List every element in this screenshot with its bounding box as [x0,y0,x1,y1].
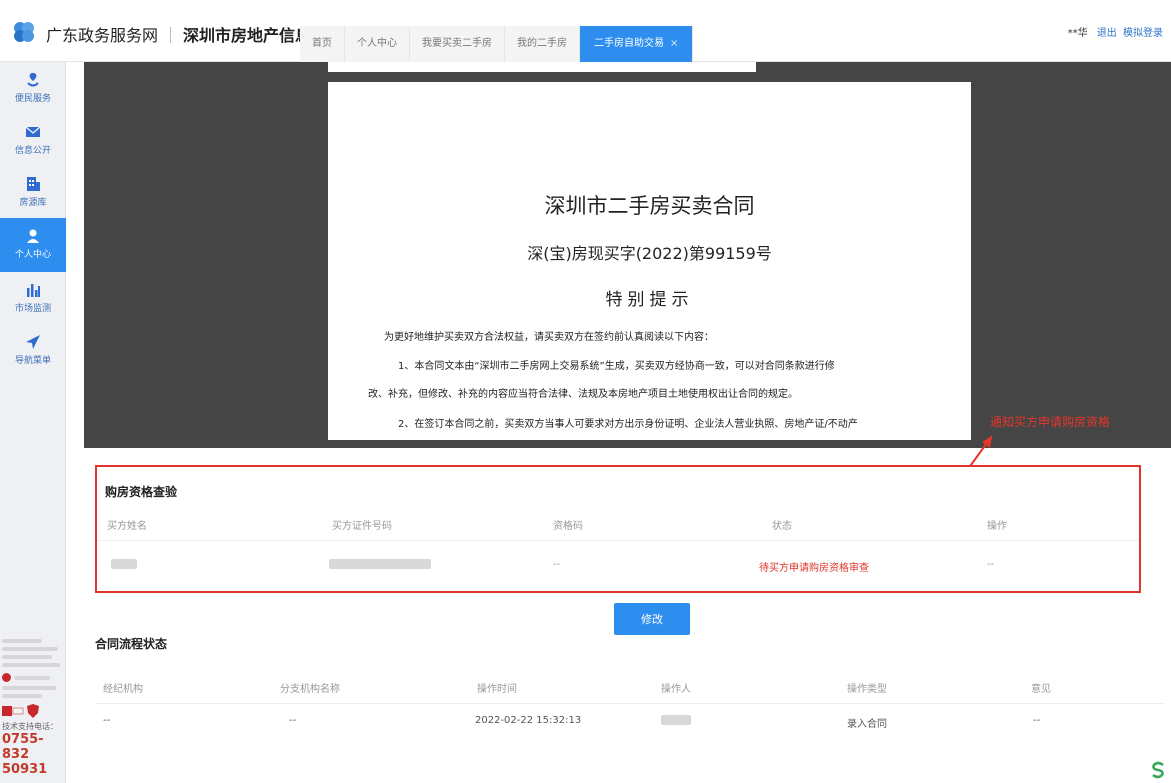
sidebar-item-label: 市场监测 [14,304,51,314]
footer-placeholder-lines [2,638,64,670]
agency-value: -- [103,715,111,726]
operator-redacted [661,715,691,728]
sidebar-footer: 技术支持电话： 0755-832 50931 [2,638,64,777]
contract-paragraph: 改、补充，但修改、补充的内容应当符合法律、法规及本房地产项目土地使用权出让合同的… [368,389,798,400]
sidebar-item-service[interactable]: 便民服务 [0,62,66,114]
tab-self-trade-label: 二手房自助交易 [594,38,664,49]
qualification-table-header: 买方姓名 买方证件号码 资格码 状态 操作 [97,505,1139,541]
status-value: 待买方申请购房资格审查 [759,563,869,574]
tray-s-icon[interactable] [1149,761,1167,779]
gov-badges[interactable] [2,704,64,718]
user-name: **华 [1067,28,1088,39]
nav-tabs: 首页 个人中心 我要买卖二手房 我的二手房 二手房自助交易 × [300,26,694,62]
col-opinion: 意见 [1031,684,1051,695]
col-time: 操作时间 [477,684,517,695]
sidebar-item-housing[interactable]: 房源库 [0,166,66,218]
contract-paragraph: 1、本合同文本由“深圳市二手房网上交易系统”生成，买卖双方经协商一致，可以对合同… [398,361,835,372]
sidebar: 便民服务 信息公开 房源库 个人中心 市场监测 导航菜单 技术支持电话： 075… [0,62,66,783]
qualification-title: 购房资格查验 [105,485,178,499]
contract-paragraph: 2、在签订本合同之前，买卖双方当事人可要求对方出示身份证明、企业法人营业执照、房… [398,419,858,430]
col-op-type: 操作类型 [847,684,887,695]
tab-personal-center[interactable]: 个人中心 [345,26,410,62]
logout-link[interactable]: 退出 [1097,28,1117,39]
col-action: 操作 [987,521,1007,532]
tab-close-icon[interactable]: × [670,38,678,49]
col-buyer-id: 买方证件号码 [332,521,392,532]
sidebar-item-label: 房源库 [19,198,47,208]
footer-placeholder-lines-2 [2,685,64,701]
time-value: 2022-02-22 15:32:13 [475,715,582,726]
sidebar-item-personal[interactable]: 个人中心 [0,218,66,272]
police-badge[interactable] [2,673,64,682]
annotation-note: 通知买方申请购房资格 [990,415,1111,429]
col-status: 状态 [772,521,792,532]
table-row: -- 待买方申请购房资格审查 -- [97,547,1139,583]
brand: 广东政务服务网 深圳市房地产信息平台 [46,22,343,46]
tab-home[interactable]: 首页 [300,26,345,62]
tab-my-house[interactable]: 我的二手房 [505,26,580,62]
tab-buy-sell[interactable]: 我要买卖二手房 [410,26,505,62]
sidebar-item-market[interactable]: 市场监测 [0,272,66,324]
process-title: 合同流程状态 [95,637,168,651]
qual-code-value: -- [553,559,561,570]
mail-icon [25,126,41,137]
police-badge-icon [2,673,11,682]
sidebar-item-info[interactable]: 信息公开 [0,114,66,166]
user-icon [27,229,39,243]
gd-logo-icon [14,22,34,42]
buyer-name-redacted [111,559,137,572]
sidebar-item-nav-menu[interactable]: 导航菜单 [0,324,66,376]
edit-button[interactable]: 修改 [614,603,690,635]
contract-number: 深(宝)房现买字(2022)第99159号 [527,244,772,263]
contract-paragraph: 为更好地维护买卖双方合法权益，请买卖双方在签约前认真阅读以下内容： [384,332,714,343]
sidebar-item-label: 信息公开 [14,146,51,156]
sim-login-link[interactable]: 模拟登录 [1123,28,1163,39]
sidebar-item-label: 导航菜单 [14,356,51,366]
sidebar-item-label: 个人中心 [14,250,51,260]
process-table-header: 经纪机构 分支机构名称 操作时间 操作人 操作类型 意见 [95,668,1165,704]
notice-title: 特别提示 [605,290,694,310]
building-icon [27,177,40,191]
sidebar-item-label: 便民服务 [14,94,51,104]
col-qual-code: 资格码 [553,521,583,532]
service-icon [27,73,39,87]
col-agency: 经纪机构 [103,684,143,695]
col-buyer-name: 买方姓名 [107,521,147,532]
gov-site-icon [2,706,24,716]
action-value: -- [987,559,995,570]
contract-title: 深圳市二手房买卖合同 [544,194,755,218]
qualification-section: 购房资格查验 买方姓名 买方证件号码 资格码 状态 操作 -- 待买方申请购房资… [95,465,1141,593]
tab-self-trade[interactable]: 二手房自助交易 × [580,26,694,62]
brand-divider [170,27,172,43]
opinion-value: -- [1033,715,1041,726]
user-area: **华 退出 模拟登录 [1068,24,1163,39]
buyer-id-redacted [329,559,431,572]
op-type-value: 录入合同 [847,719,887,730]
nav-icon [26,335,40,349]
table-row: -- -- 2022-02-22 15:32:13 录入合同 -- [95,703,1165,739]
col-branch: 分支机构名称 [280,684,340,695]
previous-page-edge [328,62,756,72]
support-phone-line1: 0755-832 [2,732,44,762]
top-header: 广东政务服务网 深圳市房地产信息平台 首页 个人中心 我要买卖二手房 我的二手房 … [0,0,1171,62]
contract-viewer[interactable]: 深圳市二手房买卖合同 深(宝)房现买字(2022)第99159号 特别提示 为更… [84,62,1171,448]
col-operator: 操作人 [661,684,691,695]
branch-value: -- [289,715,297,726]
chart-icon [27,284,40,297]
portal-name[interactable]: 广东政务服务网 [46,26,158,45]
shield-icon [27,704,39,718]
support-phone-line2: 50931 [2,762,48,777]
tech-support-label: 技术支持电话： [2,722,58,731]
contract-page: 深圳市二手房买卖合同 深(宝)房现买字(2022)第99159号 特别提示 为更… [328,82,971,440]
